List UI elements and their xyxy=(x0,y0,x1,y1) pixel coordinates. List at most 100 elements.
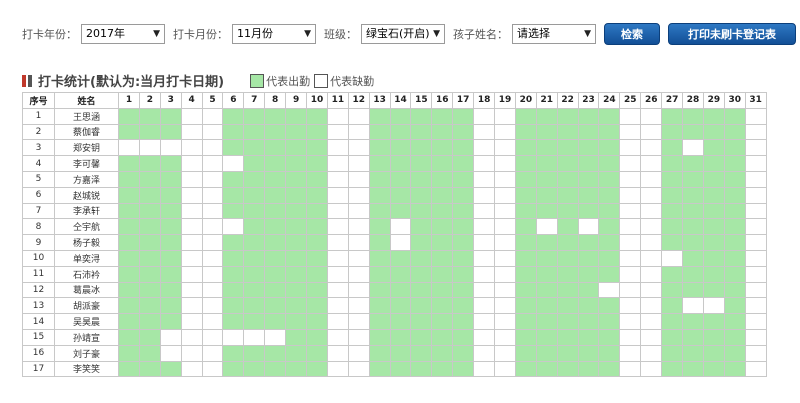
attendance-cell-present xyxy=(243,123,266,141)
attendance-cell-present xyxy=(285,313,308,330)
child-name: 葛晨冰 xyxy=(54,281,119,299)
attendance-cell-absent xyxy=(326,297,349,315)
attendance-cell-present xyxy=(577,360,600,378)
col-header-day: 3 xyxy=(159,92,182,109)
col-header-day: 1 xyxy=(118,92,140,109)
class-select[interactable]: 绿宝石(开启) ▼ xyxy=(361,24,445,44)
attendance-cell-present xyxy=(368,297,391,315)
attendance-cell-present xyxy=(264,155,287,172)
attendance-cell-present xyxy=(138,202,161,220)
attendance-cell-present xyxy=(556,328,579,346)
attendance-cell-present xyxy=(159,265,182,283)
attendance-cell-present xyxy=(389,281,412,299)
attendance-cell-absent xyxy=(744,218,767,236)
attendance-cell-present xyxy=(389,313,412,330)
attendance-cell-absent xyxy=(180,218,203,236)
attendance-cell-absent xyxy=(640,218,663,236)
year-select[interactable]: 2017年 ▼ xyxy=(81,24,165,44)
attendance-cell-absent xyxy=(201,328,224,346)
attendance-cell-present xyxy=(264,186,287,204)
attendance-cell-present xyxy=(431,360,454,378)
attendance-cell-absent xyxy=(347,123,370,141)
attendance-cell-absent xyxy=(118,139,140,157)
attendance-cell-present xyxy=(431,218,454,236)
attendance-cell-present xyxy=(431,249,454,267)
attendance-cell-present xyxy=(306,360,328,378)
attendance-cell-present xyxy=(452,281,475,299)
attendance-cell-present xyxy=(138,344,161,362)
attendance-cell-present xyxy=(285,202,308,220)
attendance-cell-present xyxy=(410,297,433,315)
child-select[interactable]: 请选择 ▼ xyxy=(512,24,596,44)
attendance-cell-present xyxy=(598,139,621,157)
child-name: 李可馨 xyxy=(54,155,119,172)
attendance-cell-present xyxy=(138,170,161,188)
attendance-cell-present xyxy=(556,218,579,236)
attendance-cell-present xyxy=(661,155,684,172)
attendance-cell-present xyxy=(410,107,433,125)
attendance-cell-absent xyxy=(494,297,516,315)
attendance-cell-present xyxy=(306,107,328,125)
child-name: 李笑笑 xyxy=(54,360,119,378)
attendance-cell-present xyxy=(159,107,182,125)
attendance-cell-present xyxy=(682,107,704,125)
attendance-cell-absent xyxy=(201,313,224,330)
attendance-cell-present xyxy=(514,202,537,220)
search-button[interactable]: 检索 xyxy=(604,23,660,45)
col-header-day: 2 xyxy=(138,92,161,109)
attendance-cell-absent xyxy=(640,186,663,204)
attendance-cell-absent xyxy=(473,313,496,330)
attendance-cell-present xyxy=(431,123,454,141)
attendance-cell-present xyxy=(159,155,182,172)
attendance-cell-absent xyxy=(494,218,516,236)
table-row: 5 方嘉泽 xyxy=(22,170,767,188)
col-header-day: 22 xyxy=(556,92,579,109)
attendance-cell-present xyxy=(138,218,161,236)
attendance-cell-absent xyxy=(640,170,663,188)
col-header-day: 28 xyxy=(682,92,704,109)
attendance-cell-present xyxy=(452,265,475,283)
col-header-day: 5 xyxy=(201,92,224,109)
attendance-cell-present xyxy=(138,107,161,125)
attendance-cell-present xyxy=(723,344,746,362)
attendance-cell-absent xyxy=(159,328,182,346)
attendance-cell-present xyxy=(138,265,161,283)
print-unswiped-button[interactable]: 打印未刷卡登记表 xyxy=(668,23,796,45)
attendance-cell-absent xyxy=(744,139,767,157)
attendance-cell-present xyxy=(368,328,391,346)
attendance-cell-absent xyxy=(180,328,203,346)
attendance-cell-present xyxy=(368,360,391,378)
attendance-cell-absent xyxy=(494,265,516,283)
month-select[interactable]: 11月份 ▼ xyxy=(232,24,316,44)
attendance-cell-absent xyxy=(744,170,767,188)
attendance-cell-present xyxy=(159,360,182,378)
attendance-cell-present xyxy=(138,249,161,267)
attendance-cell-present xyxy=(682,155,704,172)
attendance-cell-present xyxy=(452,297,475,315)
attendance-cell-absent xyxy=(473,281,496,299)
attendance-cell-present xyxy=(682,360,704,378)
attendance-cell-absent xyxy=(347,234,370,251)
attendance-cell-present xyxy=(159,218,182,236)
attendance-cell-present xyxy=(702,186,725,204)
attendance-cell-absent xyxy=(473,170,496,188)
attendance-cell-absent xyxy=(347,186,370,204)
attendance-cell-present xyxy=(285,344,308,362)
attendance-cell-present xyxy=(556,249,579,267)
child-name: 杨子毅 xyxy=(54,234,119,251)
attendance-cell-absent xyxy=(180,186,203,204)
attendance-cell-absent xyxy=(494,344,516,362)
attendance-cell-absent xyxy=(347,265,370,283)
attendance-cell-absent xyxy=(494,313,516,330)
table-row: 17 李笑笑 xyxy=(22,360,767,378)
attendance-cell-present xyxy=(285,170,308,188)
attendance-cell-absent xyxy=(180,281,203,299)
attendance-cell-absent xyxy=(619,123,642,141)
attendance-cell-present xyxy=(118,107,140,125)
attendance-cell-present xyxy=(306,313,328,330)
attendance-cell-absent xyxy=(201,281,224,299)
attendance-cell-absent xyxy=(535,218,558,236)
table-row: 1 王思涵 xyxy=(22,107,767,125)
attendance-cell-present xyxy=(556,186,579,204)
attendance-cell-absent xyxy=(180,107,203,125)
